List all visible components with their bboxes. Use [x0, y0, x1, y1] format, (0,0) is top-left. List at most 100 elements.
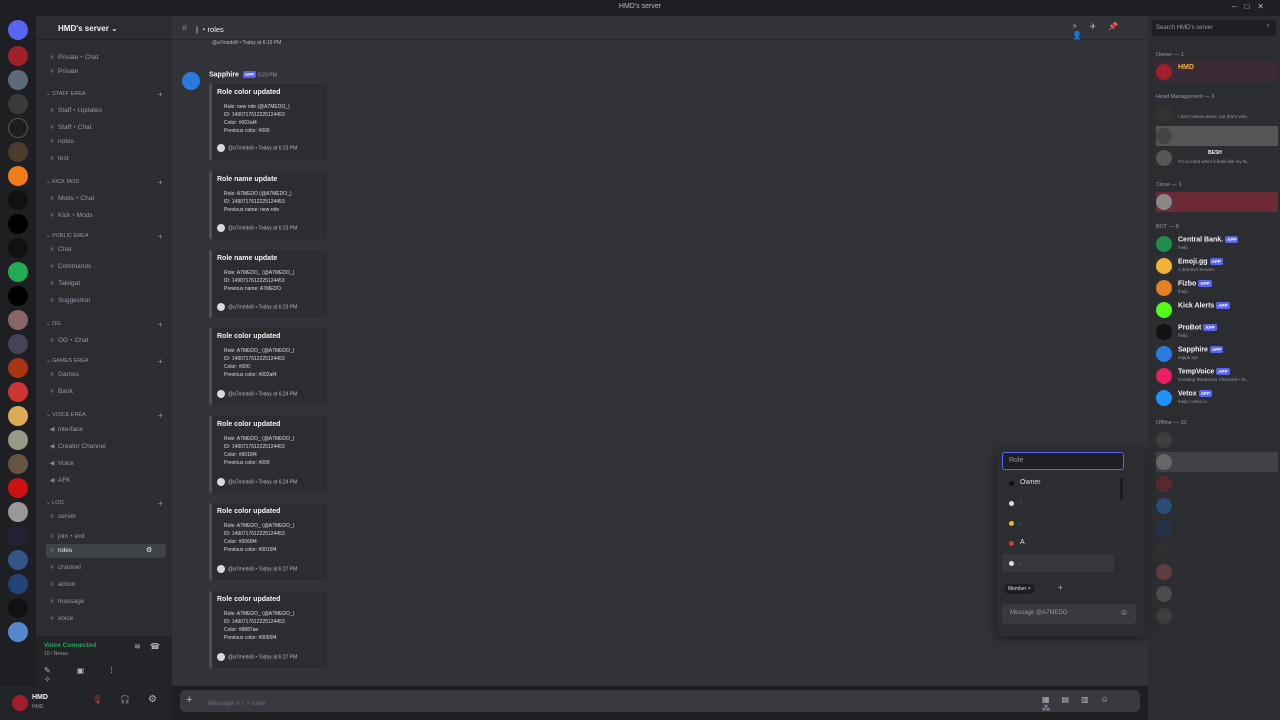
member-item[interactable]: Fizbo APP/help: [1156, 278, 1278, 298]
server-icon[interactable]: [8, 214, 28, 234]
member-item[interactable]: [1156, 540, 1278, 560]
category-header[interactable]: ⌄ OG +: [46, 320, 163, 329]
member-item[interactable]: Central Bank. APP/help: [1156, 234, 1278, 254]
server-icon[interactable]: [8, 94, 28, 114]
category-header[interactable]: ⌄ PUBLIC EREA +: [46, 232, 163, 241]
member-item[interactable]: [1156, 192, 1278, 212]
gear-icon[interactable]: ⚙: [146, 546, 152, 554]
channel-item[interactable]: # Suggestion: [46, 294, 166, 308]
role-option[interactable]: .: [1002, 514, 1114, 532]
add-channel-icon[interactable]: +: [158, 232, 163, 241]
role-search-input[interactable]: Role: [1002, 452, 1124, 470]
server-icon[interactable]: [8, 166, 28, 186]
channel-item[interactable]: # massage: [46, 595, 166, 609]
emoji-icon[interactable]: ☺: [1120, 608, 1128, 617]
member-item[interactable]: Sapphire APP sapph.xyz: [1156, 344, 1278, 364]
add-channel-icon[interactable]: +: [158, 357, 163, 366]
server-icon[interactable]: [8, 406, 28, 426]
member-item[interactable]: HMD: [1156, 62, 1278, 82]
member-item[interactable]: [1156, 474, 1278, 494]
server-icon[interactable]: [8, 118, 28, 138]
channel-item[interactable]: # Kick・Mods: [46, 206, 166, 220]
member-item[interactable]: Emoji.gg APP 1,355,914 Servers: [1156, 256, 1278, 276]
header-actions[interactable]: ⚡✈📌👤: [1072, 22, 1148, 40]
server-icon[interactable]: [8, 262, 28, 282]
member-item[interactable]: [1156, 126, 1278, 146]
add-channel-icon[interactable]: +: [158, 499, 163, 508]
role-option[interactable]: A: [1002, 534, 1114, 552]
member-item[interactable]: [1156, 496, 1278, 516]
member-item[interactable]: [1156, 562, 1278, 582]
server-icon[interactable]: [8, 502, 28, 522]
member-item[interactable]: [1156, 518, 1278, 538]
server-icon[interactable]: [8, 358, 28, 378]
add-channel-icon[interactable]: +: [158, 320, 163, 329]
dm-input[interactable]: Message @A7MEDO ☺: [1002, 604, 1136, 624]
category-header[interactable]: ⌄ KICK MOD +: [46, 178, 163, 187]
channel-item[interactable]: # Games: [46, 368, 166, 382]
add-role-icon[interactable]: +: [1058, 583, 1063, 592]
window-controls[interactable]: –□✕: [1232, 2, 1272, 11]
close-icon[interactable]: ✕: [1257, 2, 1272, 11]
author-avatar[interactable]: [182, 72, 200, 90]
role-option[interactable]: ·: [1002, 494, 1114, 512]
channel-item[interactable]: # Mods・Chat: [46, 189, 166, 203]
channel-item[interactable]: # server: [46, 510, 166, 524]
add-channel-icon[interactable]: +: [158, 178, 163, 187]
member-item[interactable]: I don't wanna leave, but that's wha...: [1156, 104, 1278, 124]
channel-item[interactable]: # action: [46, 578, 166, 592]
server-header[interactable]: HMD's server ⌄: [36, 16, 172, 40]
member-item[interactable]: TempVoice APP Creating Temporary Channels …: [1156, 366, 1278, 386]
server-icon[interactable]: [8, 382, 28, 402]
channel-item[interactable]: ◀ Creator Channel: [46, 439, 166, 453]
channel-item[interactable]: # channel: [46, 561, 166, 575]
server-icon[interactable]: [8, 598, 28, 618]
minimize-icon[interactable]: –: [1232, 2, 1244, 11]
add-channel-icon[interactable]: +: [158, 90, 163, 99]
channel-item[interactable]: # OG・Chat: [46, 331, 166, 345]
channel-item[interactable]: # voice: [46, 612, 166, 626]
avatar[interactable]: [12, 695, 28, 711]
channel-item[interactable]: ◀ AFK: [46, 473, 166, 487]
discord-home-icon[interactable]: [8, 20, 28, 40]
server-icon[interactable]: [8, 334, 28, 354]
server-icon[interactable]: [8, 454, 28, 474]
channel-item[interactable]: # Commands: [46, 260, 166, 274]
category-header[interactable]: ⌄ LOG +: [46, 499, 163, 508]
server-icon[interactable]: [8, 286, 28, 306]
voice-channel[interactable]: 10 / Nexus: [44, 651, 68, 657]
mute-icon[interactable]: 🎙: [92, 695, 102, 704]
scrollbar[interactable]: [1120, 478, 1123, 500]
member-item[interactable]: ProBot APP/help: [1156, 322, 1278, 342]
server-icon[interactable]: [8, 70, 28, 90]
channel-item[interactable]: # Bank: [46, 385, 166, 399]
maximize-icon[interactable]: □: [1244, 2, 1257, 11]
channel-item[interactable]: # Private: [46, 65, 166, 79]
server-icon[interactable]: [8, 622, 28, 642]
channel-item[interactable]: # Takligat: [46, 277, 166, 291]
category-header[interactable]: ⌄ STAFF EREA +: [46, 90, 163, 99]
member-item[interactable]: BESH I'm so hard when it feels like my fa…: [1156, 148, 1278, 168]
channel-item[interactable]: # Chat: [46, 243, 166, 257]
channel-item[interactable]: # Staff・Updates: [46, 101, 166, 115]
channel-item[interactable]: # join・exit: [46, 527, 166, 541]
member-item[interactable]: Kick Alerts APP: [1156, 300, 1278, 320]
deafen-icon[interactable]: 🎧: [120, 695, 130, 704]
role-option[interactable]: .: [1002, 554, 1114, 572]
disconnect-icon[interactable]: ☎: [150, 642, 160, 651]
add-channel-icon[interactable]: +: [158, 411, 163, 420]
server-icon[interactable]: [8, 238, 28, 258]
server-icon[interactable]: [8, 190, 28, 210]
server-icon[interactable]: [8, 550, 28, 570]
member-item[interactable]: Vetox APP/help | vetox.io: [1156, 388, 1278, 408]
member-item[interactable]: [1156, 584, 1278, 604]
category-header[interactable]: ⌄ VOICE EREA +: [46, 411, 163, 420]
composer-actions[interactable]: ▦▤▥☺⁂: [1042, 695, 1140, 713]
member-item[interactable]: [1156, 452, 1278, 472]
settings-icon[interactable]: ⚙: [148, 694, 157, 705]
channel-item-roles[interactable]: # roles ⚙: [46, 544, 166, 558]
server-icon[interactable]: [8, 526, 28, 546]
server-icon[interactable]: [8, 46, 28, 66]
noise-icon[interactable]: ≋: [134, 642, 141, 651]
category-header[interactable]: ⌄ GAMES EREA +: [46, 357, 163, 366]
